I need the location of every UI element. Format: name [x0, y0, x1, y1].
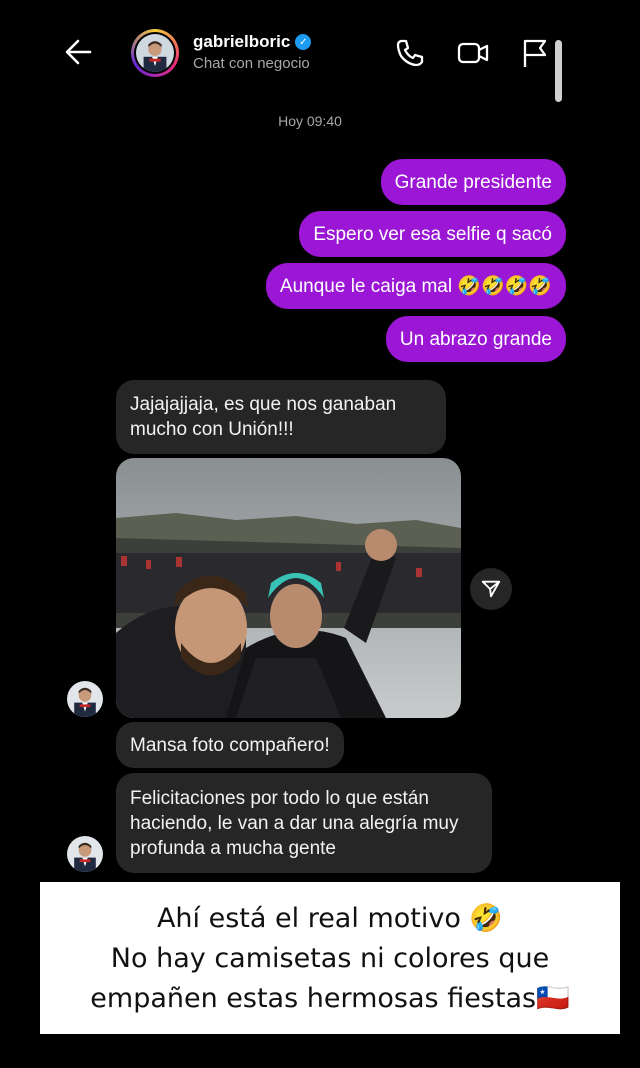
report-flag-icon[interactable]	[519, 36, 553, 70]
share-button[interactable]	[470, 568, 512, 610]
caption-line: Ahí está el real motivo 🤣	[156, 903, 504, 934]
scrollbar[interactable]	[555, 40, 562, 102]
caption-line: No hay camisetas ni colores que	[110, 943, 550, 974]
avatar-photo	[67, 681, 103, 717]
incoming-message[interactable]: Mansa foto compañero!	[116, 722, 344, 768]
phone-call-icon[interactable]	[393, 36, 427, 70]
send-arrow-icon	[481, 580, 501, 598]
chat-header: gabrielboric ✓ Chat con negocio	[0, 0, 640, 110]
profile-photo	[136, 34, 174, 72]
selfie-image	[116, 458, 461, 718]
avatar-photo	[67, 836, 103, 872]
incoming-message[interactable]: Felicitaciones por todo lo que están hac…	[116, 773, 492, 873]
chat-subtitle: Chat con negocio	[193, 55, 310, 72]
shared-selfie-photo[interactable]	[116, 458, 461, 718]
message-timestamp: Hoy 09:40	[278, 113, 342, 129]
outgoing-message[interactable]: Un abrazo grande	[385, 316, 566, 362]
outgoing-message[interactable]: Grande presidente	[380, 159, 566, 205]
incoming-message[interactable]: Jajajajjaja, es que nos ganaban mucho co…	[116, 380, 446, 454]
back-arrow-icon[interactable]	[60, 34, 100, 70]
caption-line: empañen estas hermosas fiestas🇨🇱	[90, 983, 570, 1014]
outgoing-message[interactable]: Aunque le caiga mal 🤣🤣🤣🤣	[265, 263, 566, 309]
username-text: gabrielboric	[193, 32, 291, 51]
chat-username[interactable]: gabrielboric ✓	[193, 32, 312, 52]
overlay-caption: Ahí está el real motivo 🤣 No hay camiset…	[40, 882, 620, 1034]
profile-avatar[interactable]	[131, 29, 179, 77]
video-call-icon[interactable]	[456, 36, 490, 70]
sender-avatar[interactable]	[67, 836, 103, 872]
outgoing-message[interactable]: Espero ver esa selfie q sacó	[299, 211, 566, 257]
verified-badge-icon: ✓	[295, 34, 312, 50]
sender-avatar[interactable]	[67, 681, 103, 717]
